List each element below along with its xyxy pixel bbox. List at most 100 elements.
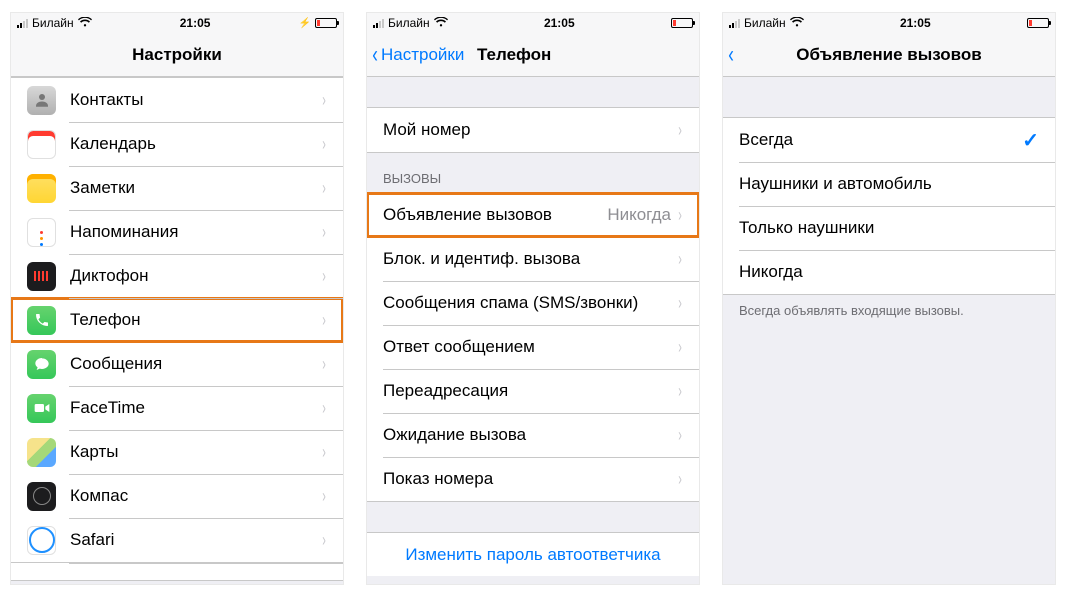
row-label: Напоминания xyxy=(70,222,321,242)
chevron-right-icon: › xyxy=(322,222,326,243)
chevron-right-icon: › xyxy=(322,266,326,287)
row-spam[interactable]: Сообщения спама (SMS/звонки) › xyxy=(367,281,699,325)
link-label: Изменить пароль автоответчика xyxy=(405,545,660,565)
nav-bar: Настройки xyxy=(11,33,343,77)
row-announce-calls[interactable]: Объявление вызовов Никогда › xyxy=(367,193,699,237)
signal-icon xyxy=(729,18,740,28)
row-label: Ожидание вызова xyxy=(383,425,677,445)
settings-row-voice-memos[interactable]: Диктофон › xyxy=(11,254,343,298)
chevron-right-icon: › xyxy=(322,134,326,155)
status-bar: Билайн 21:05 xyxy=(723,13,1055,33)
battery-icon xyxy=(1027,18,1049,28)
screen-announce-calls: Билайн 21:05 ‹ Объявление вызовов Всегда… xyxy=(722,12,1056,585)
row-label: Календарь xyxy=(70,134,321,154)
carrier-label: Билайн xyxy=(388,16,430,30)
nav-bar: ‹ Настройки Телефон xyxy=(367,33,699,77)
voice-memos-icon xyxy=(27,262,56,291)
row-label: Показ номера xyxy=(383,469,677,489)
battery-icon xyxy=(671,18,693,28)
option-label: Всегда xyxy=(739,130,1022,150)
settings-row-compass[interactable]: Компас › xyxy=(11,474,343,518)
back-button[interactable]: ‹ Настройки xyxy=(371,43,464,67)
settings-row-calendar[interactable]: Календарь › xyxy=(11,122,343,166)
screen-settings: Билайн 21:05 ⚡ Настройки Контакты › Кал xyxy=(10,12,344,585)
status-bar: Билайн 21:05 ⚡ xyxy=(11,13,343,33)
row-call-forwarding[interactable]: Переадресация › xyxy=(367,369,699,413)
screen-phone-settings: Билайн 21:05 ‹ Настройки Телефон Мой ном… xyxy=(366,12,700,585)
row-label: Safari xyxy=(70,530,321,550)
settings-row-notes[interactable]: Заметки › xyxy=(11,166,343,210)
safari-icon xyxy=(27,526,56,555)
settings-row-phone[interactable]: Телефон › xyxy=(11,298,343,342)
carrier-label: Билайн xyxy=(32,16,74,30)
row-label: Мой номер xyxy=(383,120,677,140)
chevron-right-icon: › xyxy=(678,120,682,141)
wifi-icon xyxy=(78,17,92,30)
row-label: Сообщения xyxy=(70,354,321,374)
row-label: FaceTime xyxy=(70,398,321,418)
row-show-caller-id[interactable]: Показ номера › xyxy=(367,457,699,501)
wifi-icon xyxy=(790,17,804,30)
row-call-waiting[interactable]: Ожидание вызова › xyxy=(367,413,699,457)
nav-bar: ‹ Объявление вызовов xyxy=(723,33,1055,77)
charging-icon: ⚡ xyxy=(299,18,311,29)
row-label: Карты xyxy=(70,442,321,462)
chevron-right-icon: › xyxy=(678,381,682,402)
row-label: Контакты xyxy=(70,90,321,110)
back-label: Настройки xyxy=(381,45,464,65)
chevron-right-icon: › xyxy=(322,310,326,331)
row-label: Блок. и идентиф. вызова xyxy=(383,249,677,269)
notes-icon xyxy=(27,174,56,203)
option-label: Никогда xyxy=(739,262,1039,282)
row-my-number[interactable]: Мой номер › xyxy=(367,108,699,152)
battery-icon xyxy=(315,18,337,28)
section-footer: Всегда объявлять входящие вызовы. xyxy=(723,295,1055,326)
chevron-right-icon: › xyxy=(678,469,682,490)
chevron-right-icon: › xyxy=(322,530,326,551)
wifi-icon xyxy=(434,17,448,30)
option-always[interactable]: Всегда ✓ xyxy=(723,118,1055,162)
option-headphones-only[interactable]: Только наушники xyxy=(723,206,1055,250)
carrier-label: Билайн xyxy=(744,16,786,30)
announce-options: Всегда ✓ Наушники и автомобиль Только на… xyxy=(723,77,1055,584)
row-change-voicemail-password[interactable]: Изменить пароль автоответчика xyxy=(367,532,699,576)
section-header-calls: Вызовы xyxy=(367,153,699,192)
chevron-right-icon: › xyxy=(322,90,326,111)
row-label: Переадресация xyxy=(383,381,677,401)
chevron-right-icon: › xyxy=(322,354,326,375)
option-label: Только наушники xyxy=(739,218,1039,238)
option-never[interactable]: Никогда xyxy=(723,250,1055,294)
signal-icon xyxy=(17,18,28,28)
chevron-right-icon: › xyxy=(678,293,682,314)
compass-icon xyxy=(27,482,56,511)
chevron-right-icon: › xyxy=(322,178,326,199)
row-label: Заметки xyxy=(70,178,321,198)
settings-row-contacts[interactable]: Контакты › xyxy=(11,78,343,122)
chevron-right-icon: › xyxy=(678,337,682,358)
clock: 21:05 xyxy=(900,16,931,30)
back-button[interactable]: ‹ xyxy=(727,43,737,67)
row-respond-with-text[interactable]: Ответ сообщением › xyxy=(367,325,699,369)
row-label: Ответ сообщением xyxy=(383,337,677,357)
settings-row-facetime[interactable]: FaceTime › xyxy=(11,386,343,430)
settings-list: Контакты › Календарь › Заметки › Напомин… xyxy=(11,77,343,584)
row-block-id[interactable]: Блок. и идентиф. вызова › xyxy=(367,237,699,281)
row-value: Никогда xyxy=(607,205,671,225)
page-title: Объявление вызовов xyxy=(723,45,1055,65)
phone-icon xyxy=(27,306,56,335)
settings-row-maps[interactable]: Карты › xyxy=(11,430,343,474)
row-label: Сообщения спама (SMS/звонки) xyxy=(383,293,677,313)
option-label: Наушники и автомобиль xyxy=(739,174,1039,194)
row-label: Компас xyxy=(70,486,321,506)
option-headphones-car[interactable]: Наушники и автомобиль xyxy=(723,162,1055,206)
row-label: Телефон xyxy=(70,310,321,330)
clock: 21:05 xyxy=(180,16,211,30)
checkmark-icon: ✓ xyxy=(1022,128,1039,153)
chevron-right-icon: › xyxy=(678,249,682,270)
settings-row-safari[interactable]: Safari › xyxy=(11,518,343,562)
maps-icon xyxy=(27,438,56,467)
settings-row-messages[interactable]: Сообщения › xyxy=(11,342,343,386)
settings-row-reminders[interactable]: Напоминания › xyxy=(11,210,343,254)
facetime-icon xyxy=(27,394,56,423)
status-bar: Билайн 21:05 xyxy=(367,13,699,33)
